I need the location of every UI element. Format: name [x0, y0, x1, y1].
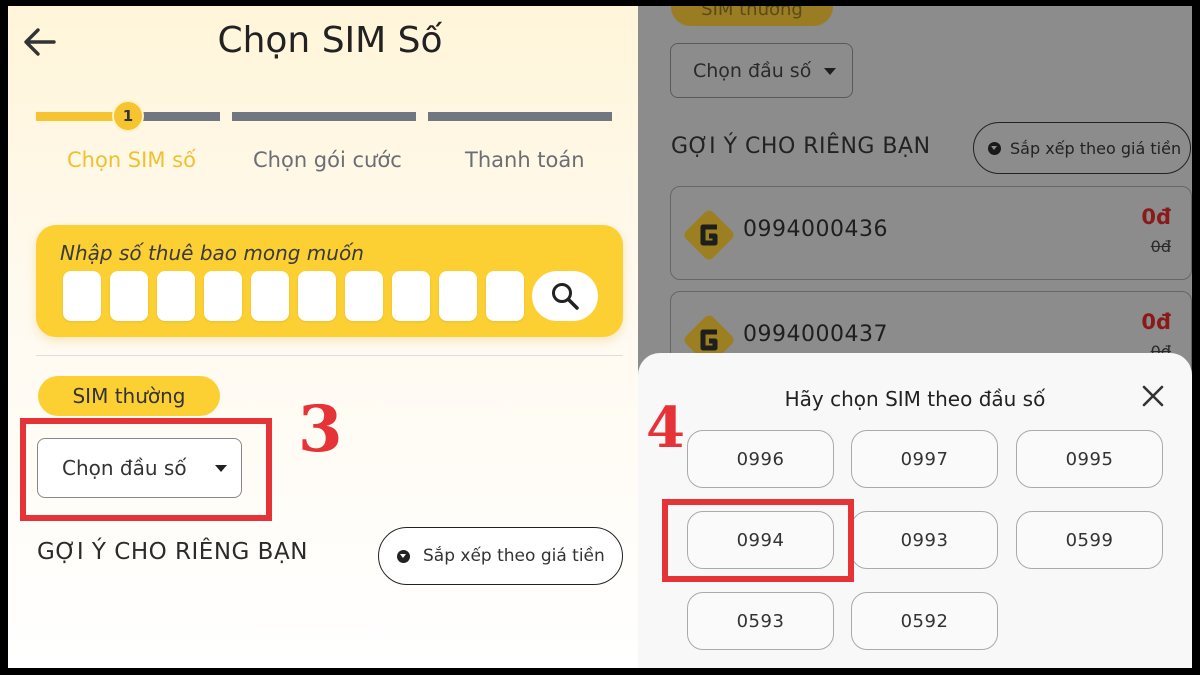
step-3-bar [428, 112, 612, 121]
highlight-box [20, 418, 272, 521]
search-hint: Nhập số thuê bao mong muốn [60, 241, 364, 265]
prefix-option[interactable]: 0995 [1016, 430, 1163, 488]
price: 0đ [1141, 205, 1171, 229]
sheet-title: Hãy chọn SIM theo đầu số [784, 387, 1046, 411]
number-card[interactable]: 0994000436 0đ 0đ [670, 186, 1192, 280]
prefix-option[interactable]: 0592 [851, 592, 998, 650]
step-1-indicator: 1 [112, 100, 144, 132]
step-marker-number: 3 [298, 392, 343, 467]
digit-input[interactable] [392, 271, 430, 321]
caret-down-icon [824, 68, 836, 75]
digit-input[interactable] [486, 271, 524, 321]
digit-input[interactable] [204, 271, 242, 321]
digit-input[interactable] [110, 271, 148, 321]
close-icon[interactable] [1138, 381, 1168, 411]
left-panel: Chọn SIM Số 1 Chọn SIM số Chọn gói cước … [8, 6, 638, 668]
prefix-dropdown[interactable]: Chọn đầu số [670, 43, 853, 98]
sim-type-tag[interactable]: SIM thường [671, 6, 833, 26]
sort-dropdown-icon [397, 550, 410, 563]
old-price: 0đ [1150, 237, 1171, 256]
step-marker-number: 4 [646, 395, 685, 461]
step-2-bar [232, 112, 416, 121]
prefix-option[interactable]: 0997 [851, 430, 998, 488]
step-2-label[interactable]: Chọn gói cước [253, 148, 402, 172]
sort-by-price-button[interactable]: Sắp xếp theo giá tiền [378, 527, 623, 585]
suggest-title: GỢI Ý CHO RIÊNG BẠN [671, 134, 931, 159]
step-3-label[interactable]: Thanh toán [465, 148, 585, 172]
search-button[interactable] [532, 271, 598, 321]
highlight-box [662, 499, 854, 582]
page-title: Chọn SIM Số [217, 20, 443, 61]
right-panel: SIM thường Chọn đầu số GỢI Ý CHO RIÊNG B… [638, 6, 1192, 668]
digit-input[interactable] [298, 271, 336, 321]
phone-number: 0994000436 [743, 217, 888, 242]
digit-input[interactable] [251, 271, 289, 321]
search-icon [552, 283, 579, 310]
sort-label: Sắp xếp theo giá tiền [423, 546, 605, 566]
prefix-bottom-sheet: Hãy chọn SIM theo đầu số 0996 0997 0995 … [638, 353, 1192, 668]
step-1-label[interactable]: Chọn SIM số [67, 148, 196, 172]
digit-input[interactable] [63, 271, 101, 321]
gmobile-logo-icon [684, 210, 734, 260]
phone-number: 0994000437 [743, 322, 888, 347]
digit-input[interactable] [157, 271, 195, 321]
divider [36, 355, 623, 356]
digit-input[interactable] [345, 271, 383, 321]
suggest-title: GỢI Ý CHO RIÊNG BẠN [37, 539, 308, 565]
prefix-option[interactable]: 0599 [1016, 511, 1163, 569]
sim-type-tag[interactable]: SIM thường [38, 376, 220, 416]
prefix-option[interactable]: 0996 [687, 430, 834, 488]
prefix-option[interactable]: 0993 [851, 511, 998, 569]
sort-by-price-button[interactable]: Sắp xếp theo giá tiền [973, 122, 1191, 174]
prefix-dropdown-label: Chọn đầu số [693, 59, 812, 82]
digit-input[interactable] [439, 271, 477, 321]
sort-dropdown-icon [988, 142, 1001, 155]
price: 0đ [1141, 310, 1171, 334]
sort-label: Sắp xếp theo giá tiền [1010, 138, 1182, 158]
number-search-card: Nhập số thuê bao mong muốn [36, 225, 623, 337]
prefix-option[interactable]: 0593 [687, 592, 834, 650]
